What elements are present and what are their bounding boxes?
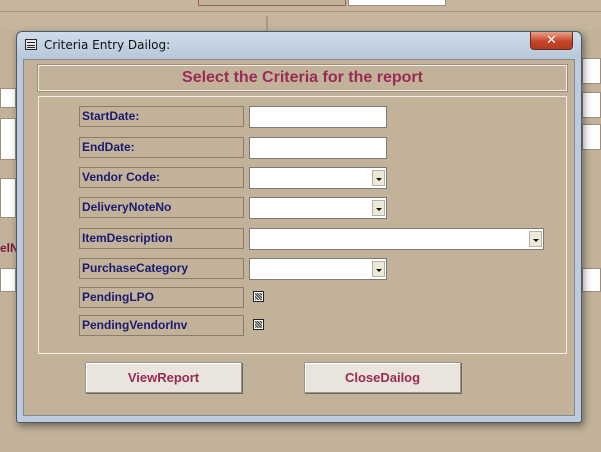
page-title: Select the Criteria for the report bbox=[182, 69, 423, 86]
background-divider bbox=[0, 11, 601, 12]
header-frame: Select the Criteria for the report bbox=[37, 64, 568, 92]
background-field[interactable] bbox=[582, 124, 601, 150]
form-icon[interactable] bbox=[25, 39, 37, 50]
item-description-combo[interactable] bbox=[249, 228, 544, 250]
delivery-note-no-label: DeliveryNoteNo bbox=[79, 197, 244, 218]
view-report-button[interactable]: ViewReport bbox=[85, 362, 242, 393]
vendor-code-label: Vendor Code: bbox=[79, 167, 244, 188]
close-dialog-button[interactable]: CloseDailog bbox=[304, 362, 461, 393]
background-field[interactable] bbox=[582, 92, 601, 118]
dialog-titlebar[interactable]: Criteria Entry Dailog: ✕ bbox=[17, 32, 581, 59]
chevron-down-icon[interactable] bbox=[372, 170, 385, 186]
end-date-input[interactable] bbox=[249, 137, 387, 159]
background-field[interactable] bbox=[0, 88, 16, 108]
criteria-dialog: Criteria Entry Dailog: ✕ Select the Crit… bbox=[16, 31, 582, 423]
background-field[interactable] bbox=[582, 268, 601, 292]
close-window-button[interactable]: ✕ bbox=[530, 32, 573, 50]
background-button[interactable] bbox=[198, 0, 346, 6]
chevron-down-icon[interactable] bbox=[372, 200, 385, 216]
pending-vendor-inv-checkbox[interactable] bbox=[253, 319, 264, 330]
end-date-label: EndDate: bbox=[79, 137, 244, 158]
pending-lpo-checkbox[interactable] bbox=[253, 291, 264, 302]
background-field[interactable] bbox=[0, 118, 16, 160]
start-date-input[interactable] bbox=[249, 106, 387, 128]
vendor-code-combo[interactable] bbox=[249, 167, 387, 189]
pending-lpo-label: PendingLPO bbox=[79, 287, 244, 308]
purchase-category-label: PurchaseCategory bbox=[79, 258, 244, 279]
dialog-title: Criteria Entry Dailog: bbox=[44, 38, 171, 52]
chevron-down-icon[interactable] bbox=[529, 231, 542, 247]
item-description-label: ItemDescription bbox=[79, 228, 244, 249]
background-field[interactable] bbox=[348, 0, 446, 6]
start-date-label: StartDate: bbox=[79, 106, 244, 127]
background-field[interactable] bbox=[0, 268, 16, 292]
chevron-down-icon[interactable] bbox=[372, 261, 385, 277]
purchase-category-combo[interactable] bbox=[249, 258, 387, 280]
pending-vendor-inv-label: PendingVendorInv bbox=[79, 315, 244, 336]
background-field[interactable] bbox=[0, 178, 16, 218]
background-field[interactable] bbox=[582, 58, 601, 84]
delivery-note-no-combo[interactable] bbox=[249, 197, 387, 219]
dialog-client-area: Select the Criteria for the report Start… bbox=[23, 59, 575, 416]
